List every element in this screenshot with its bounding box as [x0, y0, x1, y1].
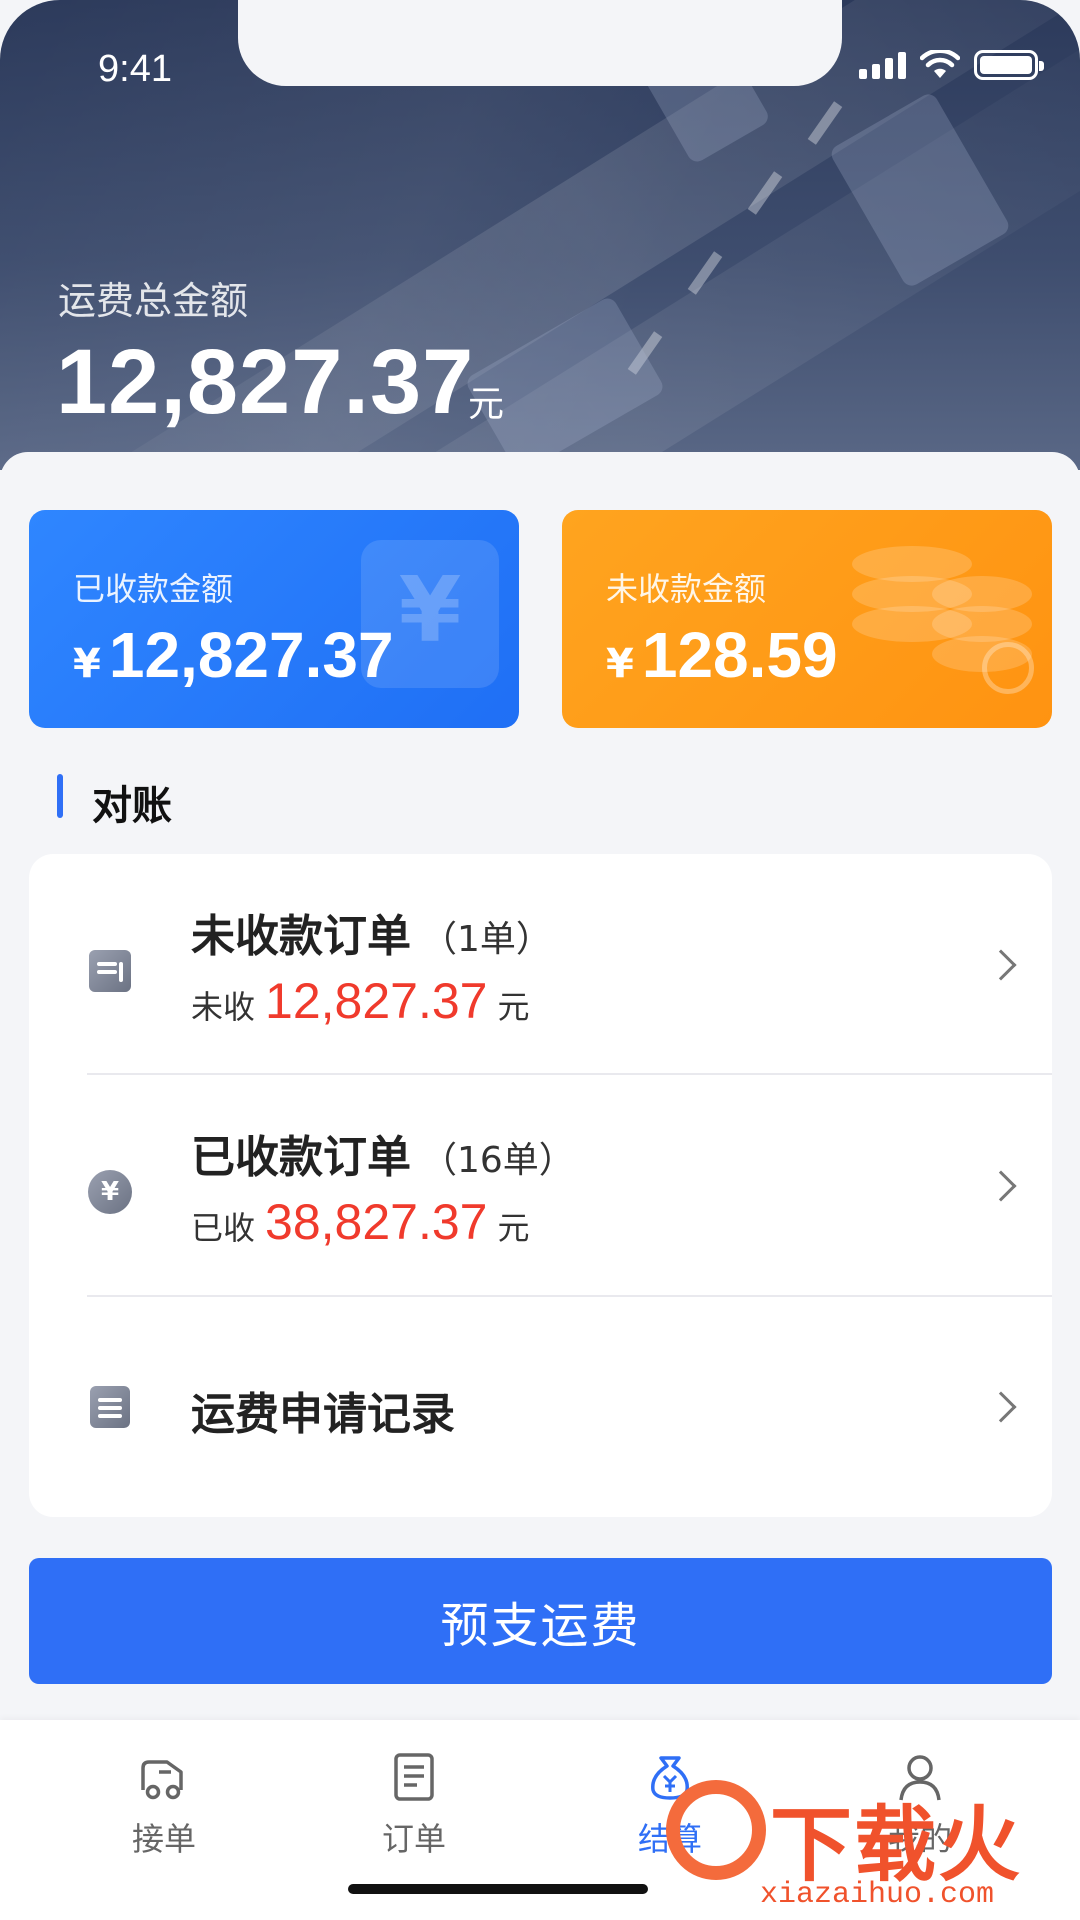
record-icon: [87, 1384, 133, 1430]
clock-icon: [982, 642, 1034, 694]
unreceived-amount-card[interactable]: 未收款金额 ¥ 128.59: [562, 510, 1052, 728]
freight-records-title: 运费申请记录: [191, 1389, 455, 1440]
chevron-right-icon: [985, 1170, 1017, 1202]
currency-symbol: ¥: [73, 641, 101, 687]
device-notch: [238, 0, 842, 86]
unpaid-prefix: 未收: [191, 988, 256, 1026]
document-icon: [87, 948, 133, 994]
tab-accept-orders[interactable]: 接单: [84, 1750, 244, 1860]
list-item-paid-orders[interactable]: ¥ 已收款订单 （16单） 已收 38,827.37 元: [29, 1075, 1052, 1296]
unpaid-orders-title: 未收款订单 （1单）: [191, 900, 552, 964]
tab-orders[interactable]: 订单: [334, 1750, 494, 1860]
watermark-domain: xiazaihuo.com: [760, 1878, 995, 1912]
advance-freight-button[interactable]: 预支运费: [29, 1558, 1052, 1684]
received-amount-number: 12,827.37: [108, 619, 394, 691]
unreceived-amount-number: 128.59: [641, 619, 838, 691]
section-title: 对账: [92, 783, 172, 829]
battery-icon: [974, 50, 1044, 80]
cellular-signal-icon: [859, 51, 906, 79]
paid-orders-title-text: 已收款订单: [191, 1132, 411, 1183]
currency-symbol: ¥: [606, 641, 634, 687]
yen-coin-icon: ¥: [87, 1169, 133, 1215]
unpaid-unit: 元: [497, 988, 530, 1026]
reconciliation-list: 未收款订单 （1单） 未收 12,827.37 元 ¥ 已收款订单 （16单） 已收…: [29, 854, 1052, 1517]
paid-orders-title: 已收款订单 （16单）: [191, 1121, 575, 1185]
unpaid-amount: 12,827.37: [265, 973, 488, 1029]
received-amount-label: 已收款金额: [73, 570, 234, 608]
total-freight-label: 运费总金额: [58, 279, 249, 323]
document-icon: [387, 1750, 441, 1804]
total-freight-amount: 12,827.37: [56, 331, 475, 433]
paid-unit: 元: [497, 1209, 530, 1247]
paid-orders-count: （16单）: [421, 1140, 575, 1181]
received-amount-value: ¥ 12,827.37: [73, 618, 394, 692]
wifi-icon: [920, 50, 960, 78]
unpaid-orders-count: （1单）: [421, 919, 552, 960]
total-freight-unit: 元: [468, 384, 505, 425]
watermark-logo: 下载火 xiazaihuo.com: [640, 1760, 1080, 1920]
chevron-right-icon: [985, 1391, 1017, 1423]
unreceived-amount-label: 未收款金额: [606, 570, 767, 608]
tab-label: 订单: [381, 1820, 446, 1858]
paid-orders-summary: 已收 38,827.37 元: [191, 1193, 529, 1251]
status-time: 9:41: [98, 48, 172, 90]
truck-icon: [137, 1750, 191, 1804]
paid-amount: 38,827.37: [265, 1194, 488, 1250]
list-item-unpaid-orders[interactable]: 未收款订单 （1单） 未收 12,827.37 元: [29, 854, 1052, 1075]
tab-label: 接单: [131, 1820, 196, 1858]
home-indicator: [348, 1884, 648, 1894]
download-icon: [666, 1780, 766, 1880]
unreceived-amount-value: ¥ 128.59: [606, 618, 838, 692]
status-icons: [859, 50, 1044, 80]
list-item-freight-records[interactable]: 运费申请记录: [29, 1296, 1052, 1517]
chevron-right-icon: [985, 949, 1017, 981]
paid-prefix: 已收: [191, 1209, 256, 1247]
received-amount-card[interactable]: ¥ 已收款金额 ¥ 12,827.37: [29, 510, 519, 728]
section-accent-bar: [57, 774, 63, 818]
unpaid-orders-summary: 未收 12,827.37 元: [191, 972, 529, 1030]
unpaid-orders-title-text: 未收款订单: [191, 911, 411, 962]
